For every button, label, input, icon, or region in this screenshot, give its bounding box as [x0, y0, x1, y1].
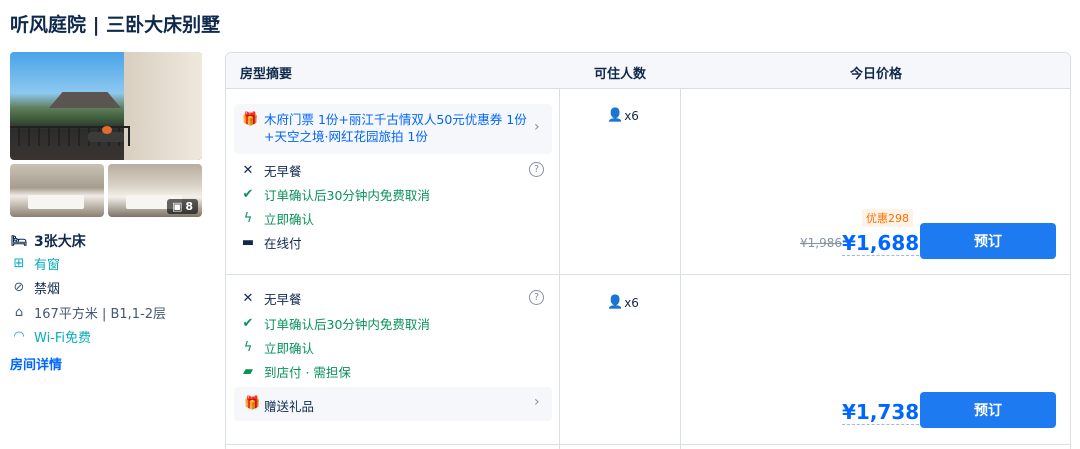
- package-promo-text: 木府门票 1份+丽江千古情双人50元优惠券 1份+天空之境·网红花园旅拍 1份: [264, 112, 527, 144]
- header-guests: 可住人数: [594, 67, 647, 82]
- wifi-feature: ◠ Wi-Fi免费: [10, 327, 91, 346]
- lightning-icon: ϟ: [243, 340, 253, 355]
- chevron-right-icon: ›: [534, 394, 540, 410]
- book-button[interactable]: 预订: [920, 223, 1056, 259]
- photo-roof: [49, 92, 121, 108]
- page-title: 听风庭院 | 三卧大床别墅: [10, 14, 221, 36]
- window-feature: ⊞ 有窗: [10, 254, 60, 273]
- current-price[interactable]: ¥1,738: [842, 400, 920, 425]
- area-label: 167平方米 | B1,1-2层: [34, 307, 167, 322]
- meal-policy: ✕ 无早餐: [240, 289, 302, 308]
- help-icon[interactable]: ?: [529, 290, 544, 305]
- table-header: 房型摘要 可住人数 今日价格: [226, 53, 1070, 89]
- room-main-photo[interactable]: [10, 52, 202, 160]
- column-divider: [559, 89, 560, 449]
- photo-bed: [28, 195, 84, 209]
- confirm-label: 立即确认: [264, 341, 315, 356]
- cancel-policy[interactable]: ✔ 订单确认后30分钟内免费取消: [240, 185, 430, 204]
- payment-policy: ▰ 到店付 · 需担保: [240, 362, 351, 381]
- check-circle-icon: ✔: [242, 316, 254, 331]
- wifi-label: Wi-Fi免费: [34, 331, 92, 346]
- meal-policy: ✕ 无早餐: [240, 161, 302, 180]
- guest-count: x6: [624, 295, 639, 310]
- window-label: 有窗: [34, 258, 61, 273]
- confirm-policy: ϟ 立即确认: [240, 338, 314, 357]
- header-price: 今日价格: [850, 67, 903, 82]
- gift-label: 赠送礼品: [264, 399, 315, 414]
- pay-at-hotel-icon: ▰: [243, 364, 253, 379]
- header-summary: 房型摘要: [240, 67, 293, 82]
- check-circle-icon: ✔: [242, 187, 254, 202]
- guest-count: x6: [624, 108, 639, 123]
- confirm-label: 立即确认: [264, 212, 315, 227]
- book-button[interactable]: 预订: [920, 392, 1056, 428]
- photo-count: 8: [185, 200, 193, 213]
- package-promo[interactable]: 🎁 木府门票 1份+丽江千古情双人50元优惠券 1份+天空之境·网红花园旅拍 1…: [234, 104, 552, 154]
- meal-label: 无早餐: [264, 292, 302, 307]
- meal-label: 无早餐: [264, 164, 302, 179]
- original-price: ¥1,986: [800, 236, 842, 250]
- window-icon: ⊞: [13, 256, 25, 271]
- room-thumbnail[interactable]: ▣ 8: [108, 164, 202, 217]
- payment-policy: ▬ 在线付: [240, 233, 302, 252]
- row-divider: [226, 444, 1070, 445]
- bed-icon: 🛏: [10, 233, 28, 249]
- gift-icon: 🎁: [242, 112, 259, 127]
- discount-badge: 优惠298: [862, 209, 913, 227]
- gift-icon: 🎁: [244, 396, 261, 411]
- confirm-policy: ϟ 立即确认: [240, 209, 314, 228]
- gift-row[interactable]: 🎁 赠送礼品 ›: [234, 387, 552, 421]
- photo-count-badge[interactable]: ▣ 8: [166, 199, 198, 214]
- wifi-icon: ◠: [13, 329, 25, 344]
- person-icon: 👤: [607, 108, 624, 123]
- card-icon: ▬: [241, 235, 255, 250]
- payment-label: 在线付: [264, 236, 302, 251]
- cancel-label: 订单确认后30分钟内免费取消: [264, 317, 430, 332]
- gallery-icon: ▣: [171, 200, 183, 213]
- rate-table: 房型摘要 可住人数 今日价格 🎁 木府门票 1份+丽江千古情双人50元优惠券 1…: [225, 52, 1071, 449]
- bed-feature: 🛏 3张大床: [10, 231, 86, 251]
- guest-capacity: 👤 x6: [607, 295, 639, 310]
- bed-label: 3张大床: [34, 234, 86, 250]
- payment-label: 到店付 · 需担保: [264, 365, 351, 380]
- photo-fruit: [102, 126, 112, 134]
- chevron-right-icon: ›: [534, 119, 540, 135]
- lightning-icon: ϟ: [243, 211, 253, 226]
- room-detail-link[interactable]: 房间详情: [10, 354, 62, 373]
- guest-capacity: 👤 x6: [607, 108, 639, 123]
- column-divider: [680, 89, 681, 449]
- smoking-label: 禁烟: [34, 282, 61, 297]
- help-icon[interactable]: ?: [529, 162, 544, 177]
- row-divider: [226, 274, 1070, 275]
- no-smoking-icon: ⊘: [13, 280, 25, 295]
- area-feature: ⌂ 167平方米 | B1,1-2层: [10, 303, 166, 322]
- current-price[interactable]: ¥1,688: [842, 231, 920, 256]
- person-icon: 👤: [607, 295, 624, 310]
- room-thumbnail[interactable]: [10, 164, 104, 217]
- cancel-policy[interactable]: ✔ 订单确认后30分钟内免费取消: [240, 314, 430, 333]
- no-breakfast-icon: ✕: [242, 291, 254, 306]
- smoking-feature: ⊘ 禁烟: [10, 278, 60, 297]
- no-breakfast-icon: ✕: [242, 163, 254, 178]
- area-icon: ⌂: [14, 305, 24, 320]
- cancel-label: 订单确认后30分钟内免费取消: [264, 188, 430, 203]
- photo-wall: [124, 52, 202, 160]
